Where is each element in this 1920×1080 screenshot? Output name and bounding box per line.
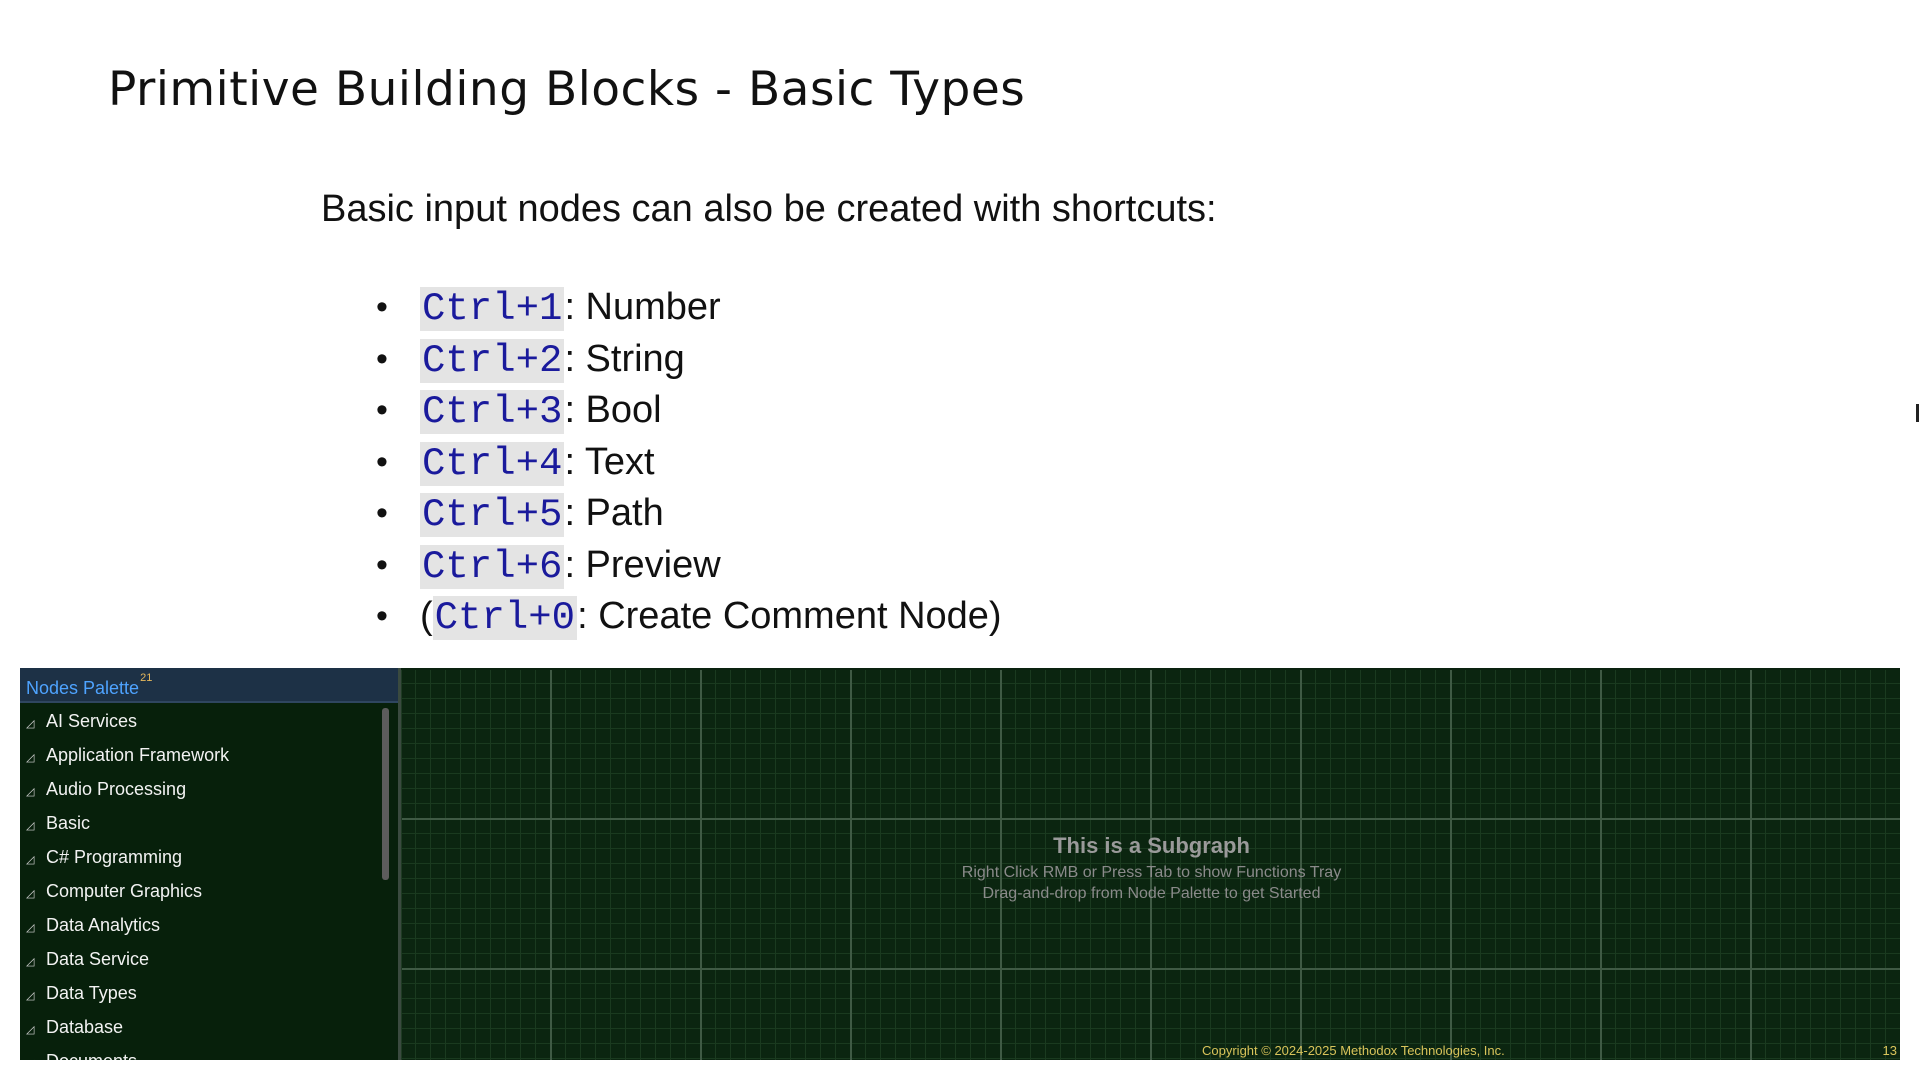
- category-label: Computer Graphics: [46, 881, 203, 901]
- expand-arrow-icon[interactable]: ◿: [26, 1013, 46, 1047]
- palette-category-item[interactable]: ◿ Database: [20, 1010, 390, 1044]
- shortcut-desc: : Create Comment Node): [577, 595, 1002, 637]
- bullet-icon: •: [376, 597, 388, 635]
- expand-arrow-icon[interactable]: ◿: [26, 945, 46, 979]
- palette-category-item[interactable]: ◿ Computer Graphics: [20, 874, 390, 908]
- palette-count-badge: 21: [140, 672, 153, 684]
- bullet-icon: •: [376, 545, 388, 584]
- shortcut-key: Ctrl+2: [420, 338, 565, 383]
- shortcut-item: • Ctrl+3: Bool: [376, 385, 1002, 437]
- shortcut-key: Ctrl+0: [432, 596, 578, 640]
- category-label: Data Types: [46, 983, 137, 1003]
- shortcut-list: • Ctrl+1: Number • Ctrl+2: String • Ctrl+3:…: [376, 282, 1002, 643]
- shortcut-key: Ctrl+3: [420, 390, 565, 434]
- category-label: C# Programming: [46, 847, 183, 867]
- page-number: 13: [1882, 1043, 1897, 1058]
- subgraph-canvas[interactable]: This is a Subgraph Right Click RMB or Pr…: [401, 670, 1900, 1060]
- shortcut-key: Ctrl+1: [420, 287, 565, 331]
- palette-scrollbar[interactable]: [382, 708, 389, 880]
- slide-title: Primitive Building Blocks - Basic Types: [108, 62, 1026, 117]
- expand-arrow-icon[interactable]: ◿: [26, 809, 46, 843]
- copyright-text: Copyright © 2024-2025 Methodox Technolog…: [1202, 1043, 1505, 1058]
- shortcut-key: Ctrl+5: [420, 493, 565, 537]
- palette-category-item[interactable]: ◿ C# Programming: [20, 840, 390, 874]
- shortcut-prefix: (: [420, 595, 433, 637]
- shortcut-item: • Ctrl+2: String: [376, 334, 1002, 386]
- intro-text: Basic input nodes can also be created wi…: [321, 188, 1217, 230]
- shortcut-desc: : Text: [564, 440, 655, 483]
- expand-arrow-icon[interactable]: ◿: [26, 707, 46, 741]
- palette-title: Nodes Palette: [26, 678, 140, 698]
- bullet-icon: •: [376, 339, 388, 378]
- bullet-icon: •: [376, 442, 388, 481]
- text-cursor-icon: [1916, 404, 1919, 422]
- expand-arrow-icon[interactable]: ◿: [26, 911, 46, 945]
- palette-category-item[interactable]: ◿ Application Framework: [20, 738, 390, 772]
- canvas-title: This is a Subgraph: [1053, 833, 1250, 858]
- category-label: Data Service: [46, 949, 150, 969]
- category-label: Audio Processing: [46, 779, 187, 799]
- category-label: Application Framework: [46, 745, 230, 765]
- shortcut-desc: : Path: [564, 492, 664, 534]
- bullet-icon: •: [376, 494, 388, 532]
- shortcut-key: Ctrl+6: [420, 544, 565, 589]
- shortcut-desc: : Preview: [564, 543, 721, 586]
- expand-arrow-icon[interactable]: ◿: [26, 843, 46, 877]
- category-label: AI Services: [46, 711, 138, 731]
- palette-header: Nodes Palette21: [20, 668, 398, 703]
- palette-category-item[interactable]: ◿ Data Types: [20, 976, 390, 1010]
- palette-category-item[interactable]: ◿ Data Service: [20, 942, 390, 976]
- shortcut-item: • Ctrl+6: Preview: [376, 540, 1002, 592]
- nodes-palette: Nodes Palette21 ◿ AI Services ◿ Applicatio…: [20, 668, 401, 1060]
- canvas-hint-rmb: Right Click RMB or Press Tab to show Fun…: [961, 864, 1342, 881]
- category-label: Basic: [46, 813, 91, 833]
- palette-category-list: ◿ AI Services ◿ Application Framework ◿ Aud…: [20, 704, 390, 1060]
- category-label: Documents: [46, 1051, 137, 1060]
- shortcut-desc: : String: [564, 337, 685, 380]
- node-editor-app: Nodes Palette21 ◿ AI Services ◿ Applicatio…: [20, 668, 1900, 1060]
- bullet-icon: •: [376, 288, 388, 326]
- expand-arrow-icon[interactable]: ◿: [26, 775, 46, 809]
- palette-category-item[interactable]: ◿ Data Analytics: [20, 908, 390, 942]
- canvas-hint-drag: Drag-and-drop from Node Palette to get S…: [982, 885, 1321, 902]
- shortcut-key: Ctrl+4: [420, 441, 565, 486]
- shortcut-desc: : Bool: [564, 389, 662, 431]
- expand-arrow-icon[interactable]: ◿: [26, 1047, 46, 1060]
- category-label: Data Analytics: [46, 915, 161, 935]
- expand-arrow-icon[interactable]: ◿: [26, 979, 46, 1013]
- shortcut-desc: : Number: [564, 286, 721, 328]
- shortcut-item: • Ctrl+4: Text: [376, 437, 1002, 489]
- bullet-icon: •: [376, 391, 388, 429]
- palette-category-item[interactable]: ◿Documents: [20, 1044, 390, 1060]
- shortcut-item: • (Ctrl+0: Create Comment Node): [376, 591, 1002, 643]
- shortcut-item: • Ctrl+5: Path: [376, 488, 1002, 540]
- category-label: Database: [46, 1017, 124, 1037]
- palette-category-item[interactable]: ◿ Basic: [20, 806, 390, 840]
- palette-category-item[interactable]: ◿ Audio Processing: [20, 772, 390, 806]
- expand-arrow-icon[interactable]: ◿: [26, 741, 46, 775]
- expand-arrow-icon[interactable]: ◿: [26, 877, 46, 911]
- shortcut-item: • Ctrl+1: Number: [376, 282, 1002, 334]
- palette-category-item[interactable]: ◿ AI Services: [20, 704, 390, 738]
